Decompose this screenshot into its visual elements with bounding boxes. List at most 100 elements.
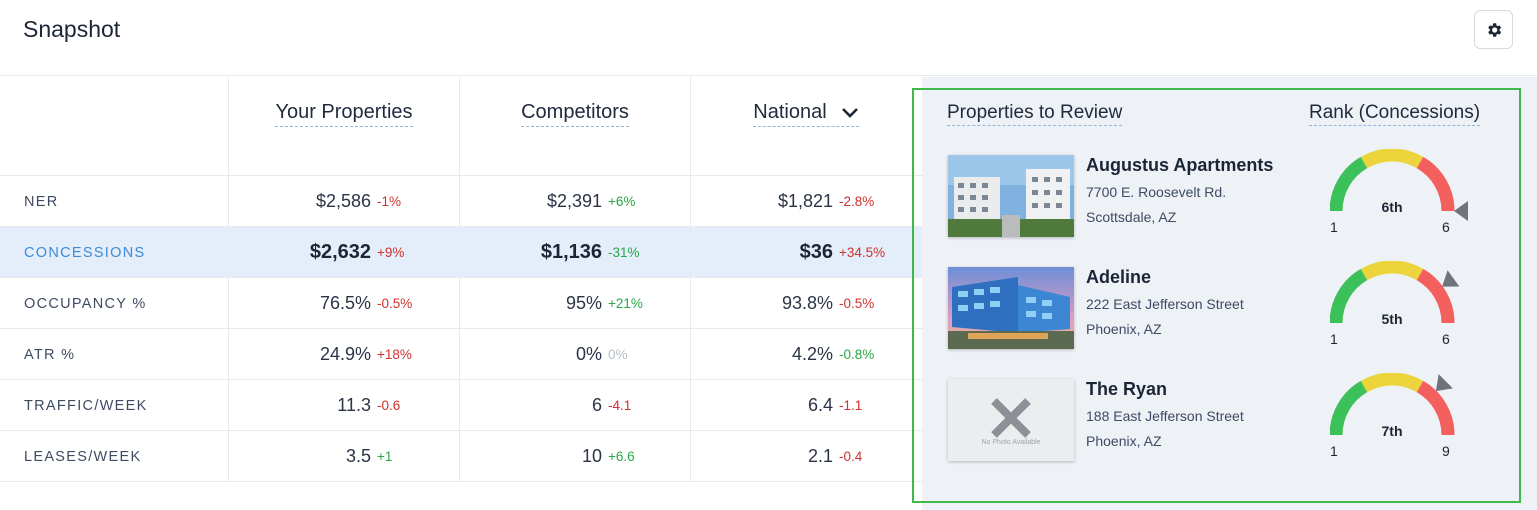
apartment-photo [948,267,1074,349]
column-header-label[interactable]: Competitors [521,101,629,127]
chevron-down-icon[interactable] [841,107,859,119]
cell-value: $2,391 [546,191,602,211]
cell-value: 4.2% [791,344,833,364]
cell-change: +18% [377,347,412,362]
table-cell: 2.1 -0.4 [690,431,921,482]
cell-value: 93.8% [781,293,833,313]
gauge-red-segment [1416,156,1455,212]
no-photo-placeholder[interactable]: No Photo Available [948,379,1074,461]
table-cell: $1,821 -2.8% [690,176,921,227]
table-row[interactable]: OCCUPANCY % 76.5% -0.5% 95% +21% 93.8% -0.5% [0,278,922,329]
page-title: Snapshot [23,16,121,42]
row-label: OCCUPANCY % [24,295,147,312]
cell-value: 2.1 [807,446,833,466]
gauge-max-label: 9 [1442,443,1450,459]
property-name[interactable]: The Ryan [1086,379,1167,400]
cell-value: 24.9% [319,344,371,364]
table-cell: 11.3 -0.6 [228,380,459,431]
property-photo[interactable] [948,155,1074,237]
table-row[interactable]: TRAFFIC/WEEK 11.3 -0.6 6 -4.1 6.4 -1.1 [0,380,922,431]
gauge-yellow-segment [1360,372,1424,393]
gauge-max-label: 6 [1442,219,1450,235]
cell-change: -1.1 [839,398,863,413]
properties-review-title[interactable]: Properties to Review [947,102,1123,126]
column-header-label[interactable]: National [753,101,859,127]
table-cell: $2,632 +9% [228,227,459,278]
rank-value: 5th [1381,311,1403,327]
property-city: Scottsdale, AZ [1086,209,1177,225]
property-item[interactable]: Augustus Apartments 7700 E. Roosevelt Rd.… [948,148,1508,245]
property-address: 222 East Jefferson Street [1086,296,1244,312]
table-row[interactable]: LEASES/WEEK 3.5 +1 10 +6.6 2.1 -0.4 [0,431,922,482]
column-header-label[interactable]: Your Properties [275,101,413,127]
page-header: Snapshot [0,0,1537,76]
table-cell: 93.8% -0.5% [690,278,921,329]
cell-value: 6.4 [807,395,833,415]
rank-gauge: 5th 1 6 [1329,260,1490,353]
rank-title[interactable]: Rank (Concessions) [1309,102,1481,126]
row-label: LEASES/WEEK [24,448,142,465]
no-photo-text: No Photo Available [981,439,1041,446]
cell-value: 0% [575,344,602,364]
table-cell: 10 +6.6 [459,431,690,482]
gauge-min-label: 1 [1330,331,1338,347]
table-cell: $2,391 +6% [459,176,690,227]
table-cell: $36 +34.5% [690,227,921,278]
table-row[interactable]: ATR % 24.9% +18% 0% 0% 4.2% -0.8% [0,329,922,380]
cell-value: 10 [581,446,602,466]
cell-change: -0.5% [839,296,875,311]
cell-change: +21% [608,296,643,311]
table-row[interactable]: CONCESSIONS $2,632 +9% $1,136 -31% $36 +34.5% [0,227,922,278]
gear-icon [1487,22,1501,37]
gauge-green-segment [1329,156,1368,212]
cell-change: +6.6 [608,449,635,464]
column-header-text: Your Properties [275,101,413,123]
column-header-1: Competitors [459,77,690,176]
cell-change: +6% [608,194,636,209]
cell-value: $1,136 [540,241,602,263]
gauge-pointer [1454,201,1468,221]
column-header-text: Competitors [521,101,629,123]
property-address: 188 East Jefferson Street [1086,408,1244,424]
rank-gauge: 6th 1 6 [1329,148,1490,241]
property-city: Phoenix, AZ [1086,433,1162,449]
table-cell: 6 -4.1 [459,380,690,431]
rank-gauge: 7th 1 9 [1329,372,1490,465]
table-cell: $2,586 -1% [228,176,459,227]
property-photo[interactable] [948,267,1074,349]
row-label: CONCESSIONS [24,244,146,261]
column-header-0: Your Properties [228,77,459,176]
gauge-yellow-segment [1360,148,1424,169]
property-address: 7700 E. Roosevelt Rd. [1086,184,1227,200]
apartment-photo [948,155,1074,237]
property-item[interactable]: Adeline 222 East Jefferson Street Phoenix,… [948,260,1508,357]
property-name[interactable]: Augustus Apartments [1086,155,1273,176]
settings-button[interactable] [1474,10,1513,49]
gauge-min-label: 1 [1330,443,1338,459]
cell-change: 0% [608,347,628,362]
property-item[interactable]: No Photo Available The Ryan 188 East Jeffe… [948,372,1508,469]
gauge-green-segment [1329,380,1368,436]
gauge-green-segment [1329,268,1368,324]
gauge-red-segment [1416,380,1455,436]
table-row[interactable]: NER $2,586 -1% $2,391 +6% $1,821 -2.8% [0,176,922,227]
gauge-yellow-segment [1360,260,1424,281]
table-cell: 24.9% +18% [228,329,459,380]
cell-change: -0.6 [377,398,401,413]
cell-value: 3.5 [345,446,371,466]
cell-value: $1,821 [777,191,833,211]
property-city: Phoenix, AZ [1086,321,1162,337]
table-cell: 0% 0% [459,329,690,380]
gauge-max-label: 6 [1442,331,1450,347]
cell-value: 11.3 [337,395,371,415]
rank-value: 6th [1381,199,1403,215]
snapshot-table: Your Properties Competitors National NER $2… [0,77,922,482]
rank-value: 7th [1381,423,1403,439]
table-cell: $1,136 -31% [459,227,690,278]
property-name[interactable]: Adeline [1086,267,1151,288]
cell-value: $2,632 [309,241,371,263]
cell-value: 6 [591,395,602,415]
column-header-text: National [753,101,827,123]
gauge-min-label: 1 [1330,219,1338,235]
table-cell: 4.2% -0.8% [690,329,921,380]
